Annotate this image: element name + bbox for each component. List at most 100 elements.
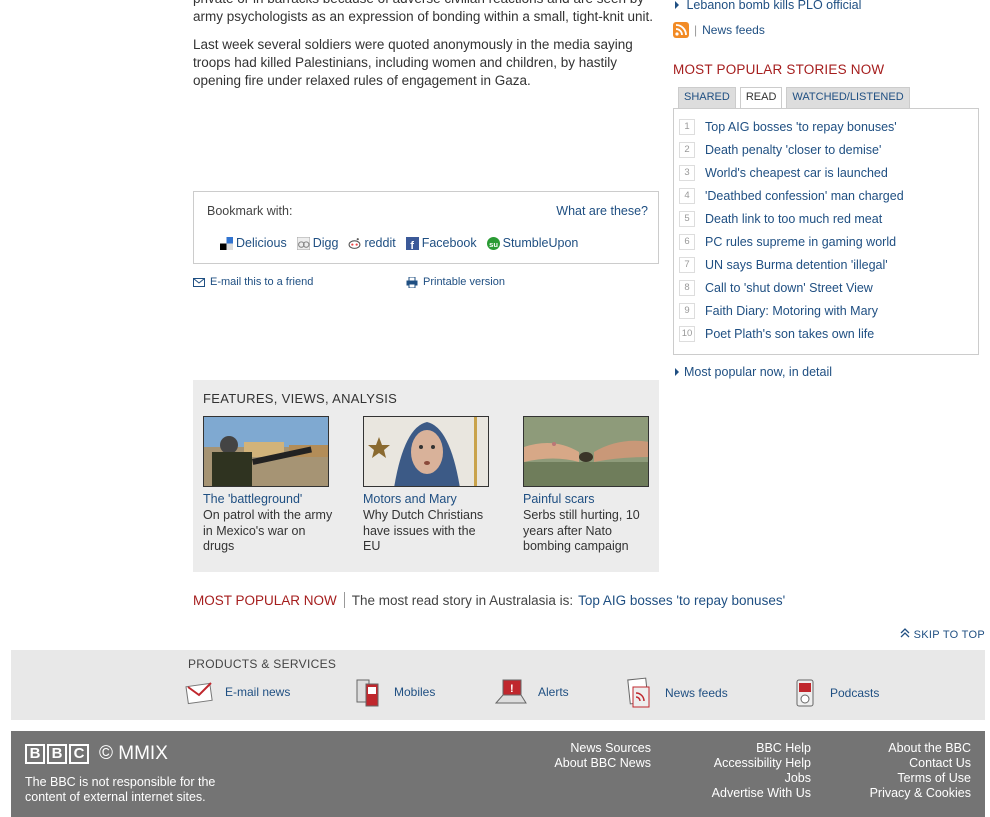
feature-headline[interactable]: Motors and Mary (363, 492, 493, 506)
skip-to-top-link[interactable]: SKIP TO TOP (900, 628, 985, 641)
story-link[interactable]: PC rules supreme in gaming world (705, 235, 896, 249)
story-link[interactable]: Top AIG bosses 'to repay bonuses' (705, 120, 897, 134)
footer-link[interactable]: Terms of Use (870, 771, 971, 786)
chevron-up-icon (900, 628, 910, 638)
story-link[interactable]: Death penalty 'closer to demise' (705, 143, 881, 157)
bookmark-label: Bookmark with: (207, 204, 293, 218)
facebook-link[interactable]: f Facebook (405, 236, 477, 250)
tab-watched-listened[interactable]: WATCHED/LISTENED (786, 87, 910, 109)
product-label[interactable]: Podcasts (830, 686, 879, 700)
list-item[interactable]: 7 UN says Burma detention 'illegal' (679, 257, 888, 273)
most-popular-detail-link[interactable]: Most popular now, in detail (675, 365, 832, 379)
bbc-logo-letter: C (69, 744, 89, 764)
rank-number: 8 (679, 280, 695, 296)
product-news-feeds[interactable]: News feeds (625, 677, 728, 709)
digg-label[interactable]: Digg (313, 236, 339, 250)
news-feeds-label[interactable]: News feeds (702, 23, 765, 37)
list-item[interactable]: 10 Poet Plath's son takes own life (679, 326, 874, 342)
most-popular-now-link[interactable]: Top AIG bosses 'to repay bonuses' (578, 593, 785, 608)
story-link[interactable]: 'Deathbed confession' man charged (705, 189, 904, 203)
digg-icon (296, 236, 310, 250)
bbc-logo-letter: B (25, 744, 45, 764)
feature-image-mary[interactable] (363, 416, 489, 487)
facebook-label[interactable]: Facebook (422, 236, 477, 250)
reddit-link[interactable]: reddit (348, 236, 396, 250)
reddit-icon (348, 237, 361, 249)
product-label[interactable]: News feeds (665, 686, 728, 700)
story-link[interactable]: Death link to too much red meat (705, 212, 882, 226)
bbc-logo[interactable]: B B C © MMIX (25, 743, 168, 765)
feature-image-scars[interactable] (523, 416, 649, 487)
feature-item[interactable]: Motors and Mary Why Dutch Christians hav… (363, 416, 493, 555)
list-item[interactable]: 8 Call to 'shut down' Street View (679, 280, 873, 296)
product-podcasts[interactable]: Podcasts (790, 677, 879, 709)
footer-link[interactable]: Advertise With Us (712, 786, 811, 801)
most-popular-list: 1 Top AIG bosses 'to repay bonuses' 2 Deat… (673, 108, 979, 355)
printable-version-label[interactable]: Printable version (423, 276, 505, 288)
footer-link[interactable]: About BBC News (554, 756, 651, 771)
facebook-icon: f (405, 236, 419, 250)
story-link[interactable]: World's cheapest car is launched (705, 166, 888, 180)
footer-link[interactable]: BBC Help (712, 741, 811, 756)
footer-link[interactable]: About the BBC (870, 741, 971, 756)
list-item[interactable]: 2 Death penalty 'closer to demise' (679, 142, 881, 158)
feature-item[interactable]: Painful scars Serbs still hurting, 10 ye… (523, 416, 653, 555)
footer-column-news: News Sources About BBC News (554, 741, 651, 771)
related-story-label[interactable]: Lebanon bomb kills PLO official (686, 0, 861, 12)
bullet-arrow-icon (675, 368, 679, 376)
printable-version-link[interactable]: Printable version (406, 276, 505, 288)
feature-description: On patrol with the army in Mexico's war … (203, 508, 333, 553)
reddit-label[interactable]: reddit (364, 236, 395, 250)
delicious-link[interactable]: Delicious (220, 236, 287, 250)
feature-image-battleground[interactable] (203, 416, 329, 487)
rank-number: 4 (679, 188, 695, 204)
skip-to-top-label[interactable]: SKIP TO TOP (914, 629, 985, 641)
stumbleupon-link[interactable]: su StumbleUpon (486, 236, 579, 250)
story-link[interactable]: Call to 'shut down' Street View (705, 281, 873, 295)
most-popular-now-line: MOST POPULAR NOW The most read story in … (193, 592, 785, 608)
stumbleupon-label[interactable]: StumbleUpon (503, 236, 579, 250)
product-alerts[interactable]: ! Alerts (494, 677, 569, 707)
rank-number: 5 (679, 211, 695, 227)
email-friend-label[interactable]: E-mail this to a friend (210, 276, 313, 288)
what-are-these-link[interactable]: What are these? (556, 204, 648, 218)
footer-link[interactable]: News Sources (554, 741, 651, 756)
digg-link[interactable]: Digg (296, 236, 339, 250)
delicious-label[interactable]: Delicious (236, 236, 287, 250)
story-link[interactable]: Faith Diary: Motoring with Mary (705, 304, 878, 318)
list-item[interactable]: 5 Death link to too much red meat (679, 211, 882, 227)
list-item[interactable]: 3 World's cheapest car is launched (679, 165, 888, 181)
footer-link[interactable]: Privacy & Cookies (870, 786, 971, 801)
tab-shared[interactable]: SHARED (678, 87, 736, 109)
story-link[interactable]: UN says Burma detention 'illegal' (705, 258, 888, 272)
copyright: © MMIX (99, 743, 168, 764)
list-item[interactable]: 4 'Deathbed confession' man charged (679, 188, 904, 204)
email-friend-link[interactable]: E-mail this to a friend (193, 276, 313, 288)
rank-number: 6 (679, 234, 695, 250)
feature-item[interactable]: The 'battleground' On patrol with the ar… (203, 416, 333, 555)
product-label[interactable]: E-mail news (225, 685, 290, 699)
mobile-phone-icon (356, 679, 379, 707)
most-popular-tabs: SHARED READ WATCHED/LISTENED (678, 87, 910, 109)
feature-headline[interactable]: Painful scars (523, 492, 653, 506)
related-story-link[interactable]: Lebanon bomb kills PLO official (675, 0, 861, 12)
footer-link[interactable]: Accessibility Help (712, 756, 811, 771)
footer: B B C © MMIX The BBC is not responsible … (11, 731, 985, 817)
list-item[interactable]: 6 PC rules supreme in gaming world (679, 234, 896, 250)
story-link[interactable]: Poet Plath's son takes own life (705, 327, 874, 341)
most-popular-detail-label[interactable]: Most popular now, in detail (684, 365, 832, 379)
feature-headline[interactable]: The 'battleground' (203, 492, 333, 506)
footer-link[interactable]: Contact Us (870, 756, 971, 771)
envelope-icon (193, 277, 205, 287)
svg-text:su: su (489, 239, 498, 248)
product-mobiles[interactable]: Mobiles (354, 677, 435, 707)
list-item[interactable]: 9 Faith Diary: Motoring with Mary (679, 303, 878, 319)
news-feeds-link[interactable]: | News feeds (673, 22, 765, 38)
product-label[interactable]: Mobiles (394, 685, 435, 699)
tab-read[interactable]: READ (739, 87, 783, 109)
product-email-news[interactable]: E-mail news (185, 677, 290, 707)
rank-number: 7 (679, 257, 695, 273)
footer-link[interactable]: Jobs (712, 771, 811, 786)
product-label[interactable]: Alerts (538, 685, 569, 699)
list-item[interactable]: 1 Top AIG bosses 'to repay bonuses' (679, 119, 897, 135)
